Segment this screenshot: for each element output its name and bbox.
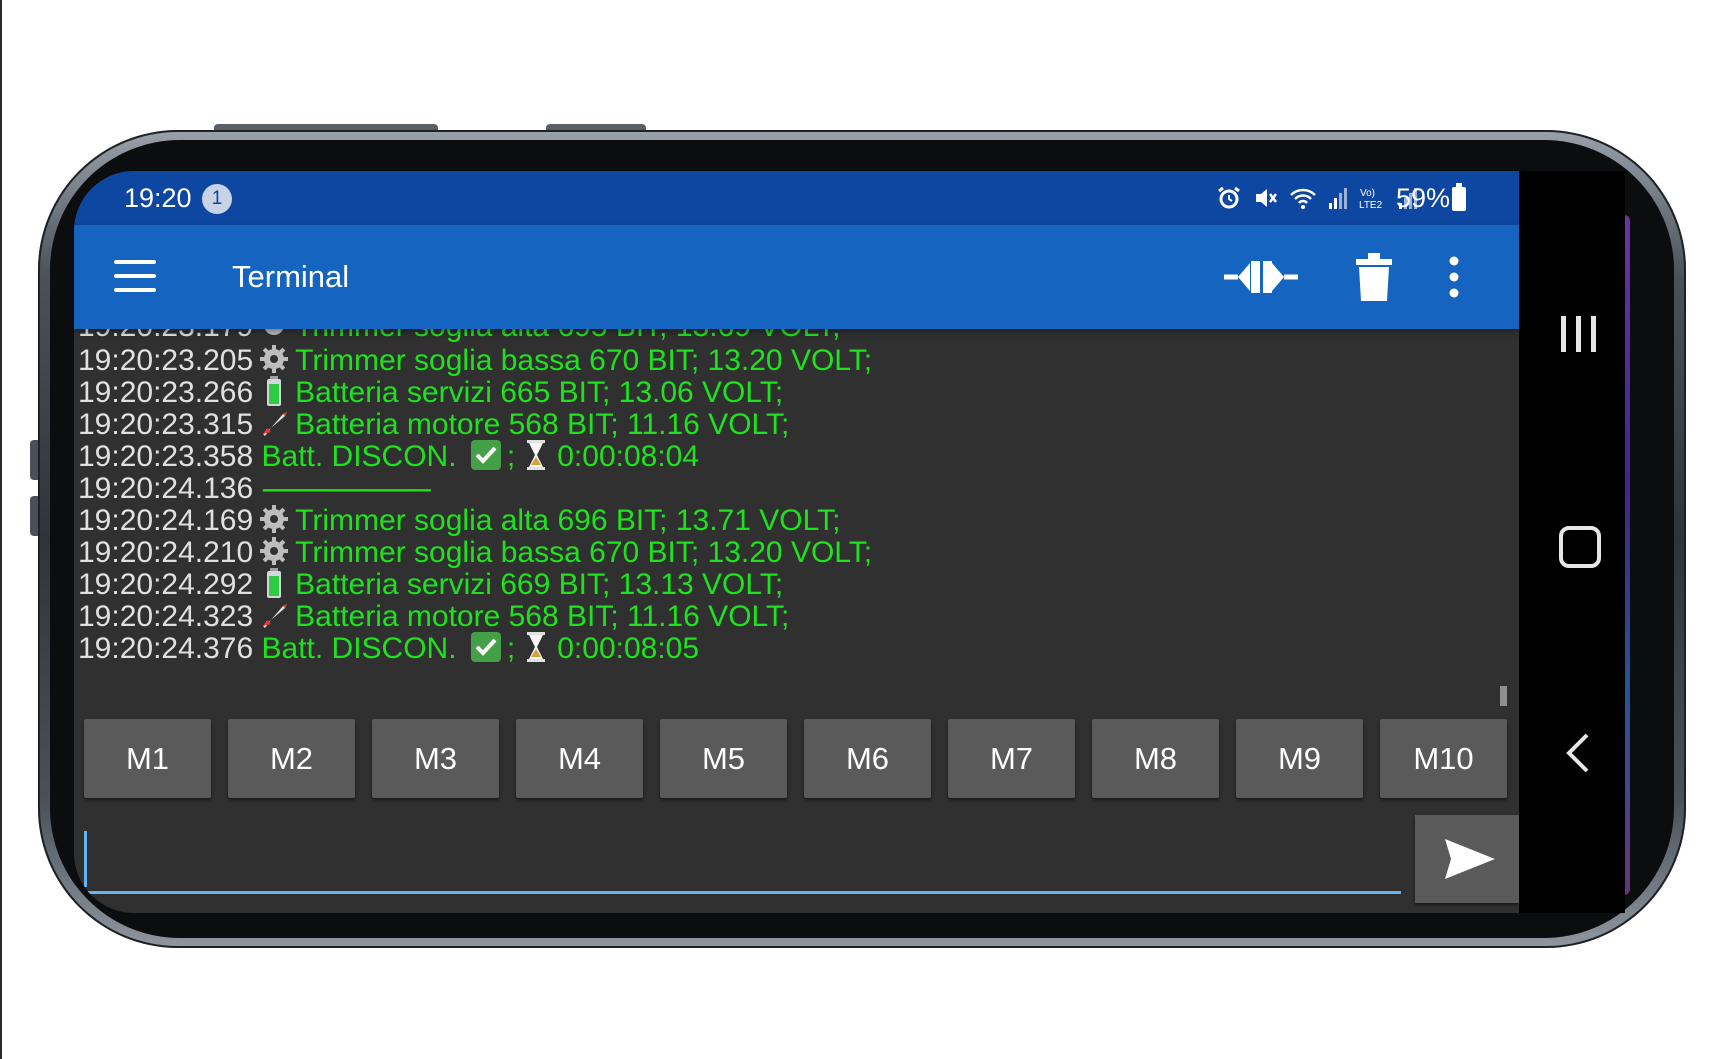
log-line: 19:20:23.315 Batteria motore 568 BIT; 11…	[78, 408, 790, 441]
macro-button-m10[interactable]: M10	[1380, 719, 1507, 798]
macro-button-m9[interactable]: M9	[1236, 719, 1363, 798]
gear-icon	[257, 344, 291, 374]
log-line: 19:20:24.169 Trimmer soglia alta 696 BIT…	[78, 504, 841, 537]
more-vert-icon[interactable]	[1442, 255, 1466, 299]
log-line: 19:20:24.292 Batteria servizi 669 BIT; 1…	[78, 568, 784, 601]
log-scrollbar[interactable]	[1500, 686, 1507, 706]
hourglass-icon	[519, 440, 553, 470]
page-title: Terminal	[232, 259, 350, 294]
app-screen: 19:20 1 Vo) LTE2 59% Terminal 19:20:23.2…	[74, 171, 1519, 913]
macro-button-m1[interactable]: M1	[84, 719, 211, 798]
gear-icon	[257, 536, 291, 566]
send-button[interactable]	[1415, 815, 1519, 903]
status-icons: Vo) LTE2	[1216, 181, 1418, 215]
battery-percent: 59%	[1396, 183, 1451, 213]
hourglass-icon	[519, 632, 553, 662]
check-icon	[469, 632, 503, 662]
macro-button-m2[interactable]: M2	[228, 719, 355, 798]
log-line: 19:20:23.266 Batteria servizi 665 BIT; 1…	[78, 376, 784, 409]
log-line: 19:20:24.323 Batteria motore 568 BIT; 11…	[78, 600, 790, 633]
svg-text:LTE2: LTE2	[1359, 200, 1383, 211]
volte-lte2-icon: Vo)LTE2	[1359, 188, 1383, 211]
alarm-icon	[1218, 186, 1240, 209]
gear-icon	[257, 329, 291, 340]
rocket-icon	[257, 600, 291, 630]
wifi-icon	[1290, 188, 1316, 209]
terminal-log[interactable]: 19:20:23.179 Trimmer soglia alta 695 BIT…	[74, 329, 1519, 713]
system-nav-bar	[1519, 171, 1625, 913]
macro-button-m3[interactable]: M3	[372, 719, 499, 798]
recent-apps-icon[interactable]	[1561, 316, 1597, 352]
gear-icon	[257, 504, 291, 534]
macro-button-m8[interactable]: M8	[1092, 719, 1219, 798]
macro-button-m5[interactable]: M5	[660, 719, 787, 798]
macro-button-m4[interactable]: M4	[516, 719, 643, 798]
log-line: 19:20:24.376 Batt. DISCON. ; 0:00:08:05	[78, 632, 700, 665]
battery-icon	[257, 568, 291, 598]
rocket-icon	[257, 408, 291, 438]
trash-icon[interactable]	[1356, 253, 1392, 301]
connect-icon[interactable]	[1224, 255, 1298, 299]
notification-badge: 1	[202, 184, 232, 214]
macro-button-m6[interactable]: M6	[804, 719, 931, 798]
log-line: 19:20:24.210 Trimmer soglia bassa 670 BI…	[78, 536, 873, 569]
text-caret	[84, 831, 87, 887]
macro-bar: M1 M2 M3 M4 M5 M6 M7 M8 M9 M10	[84, 719, 1514, 799]
app-bar: Terminal	[74, 225, 1519, 329]
battery-status-icon	[1452, 183, 1466, 211]
hamburger-menu-icon[interactable]	[114, 260, 156, 292]
log-line: 19:20:23.358 Batt. DISCON. ; 0:00:08:04	[78, 440, 700, 473]
signal-icon	[1329, 188, 1347, 209]
back-icon[interactable]	[1563, 733, 1593, 773]
home-icon[interactable]	[1559, 526, 1601, 568]
send-text-input[interactable]	[84, 891, 1401, 894]
svg-text:Vo): Vo)	[1360, 188, 1375, 199]
phone-side-button	[30, 496, 38, 536]
battery-icon	[257, 376, 291, 406]
status-time: 19:20	[124, 183, 192, 213]
check-icon	[469, 440, 503, 470]
mute-icon	[1256, 189, 1277, 207]
phone-side-button	[30, 440, 38, 480]
log-line: 19:20:23.205 Trimmer soglia bassa 670 BI…	[78, 344, 873, 377]
macro-button-m7[interactable]: M7	[948, 719, 1075, 798]
page-edge-line	[0, 0, 2, 1059]
status-bar: 19:20 1 Vo) LTE2 59%	[74, 171, 1519, 225]
log-line: 19:20:24.136 ------------------------	[78, 472, 432, 505]
send-icon	[1445, 839, 1495, 879]
